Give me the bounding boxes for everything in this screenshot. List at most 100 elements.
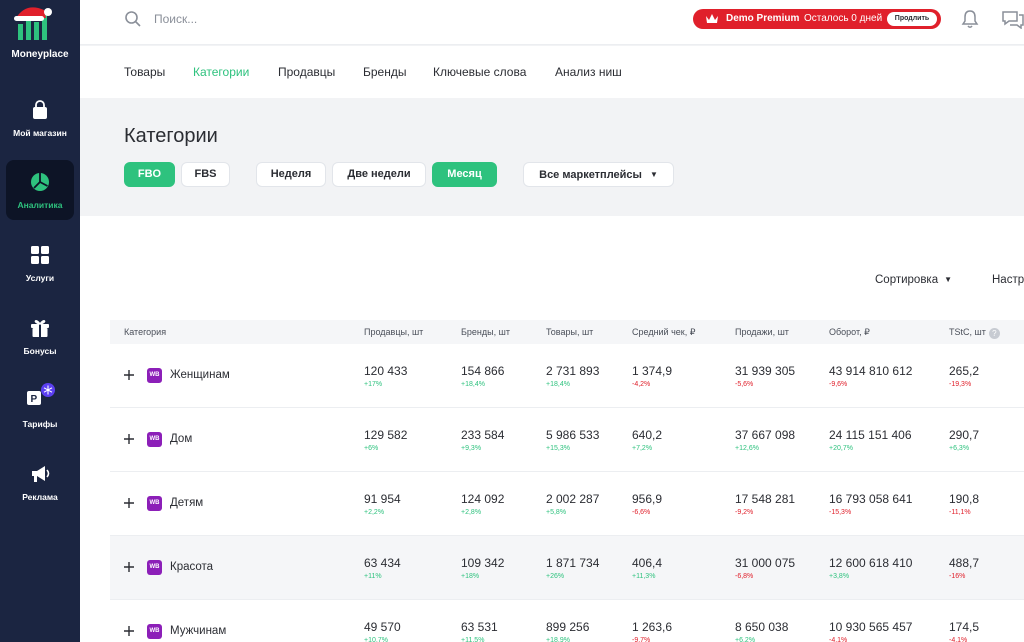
tab-keywords[interactable]: Ключевые слова <box>433 65 526 79</box>
table-row[interactable]: WB Детям 91 954 +2,2% 124 092 +2,8% 2 002 287 +… <box>110 472 1024 536</box>
expand-plus-icon[interactable] <box>122 560 136 574</box>
cell-value: 154 866 <box>461 364 505 378</box>
premium-title: Demo Premium <box>726 13 800 24</box>
table-cell: 190,8 -11,1% <box>949 492 979 516</box>
cell-value: 2 731 893 <box>546 364 600 378</box>
column-header[interactable]: Продавцы, шт <box>364 327 423 337</box>
bell-icon[interactable] <box>960 9 980 29</box>
sidebar-item-bonuses[interactable]: Бонусы <box>6 306 74 366</box>
table-cell: 233 584 +9,3% <box>461 428 504 452</box>
logo[interactable]: Moneyplace <box>0 0 80 70</box>
fbo-toggle[interactable]: FBO <box>124 162 175 187</box>
table-cell: 2 002 287 +5,8% <box>546 492 599 516</box>
cell-change: +6% <box>364 445 379 452</box>
category-name[interactable]: Дом <box>170 433 192 445</box>
shopping-bag-icon <box>33 100 47 119</box>
extend-button[interactable]: Продлить <box>887 12 937 26</box>
tab-sellers[interactable]: Продавцы <box>278 65 335 79</box>
table-cell: 640,2 +7,2% <box>632 428 662 452</box>
tab-categories[interactable]: Категории <box>193 65 249 79</box>
logo-icon <box>14 7 52 40</box>
premium-days-left: Осталось 0 дней <box>804 13 883 24</box>
sidebar-item-label: Реклама <box>22 492 58 502</box>
marketplace-badge: WB <box>147 496 162 511</box>
settings-button[interactable]: Настр <box>992 274 1024 286</box>
search-input[interactable] <box>154 10 454 28</box>
help-icon[interactable]: ? <box>988 328 1000 339</box>
tab-products[interactable]: Товары <box>124 65 165 79</box>
expand-plus-icon[interactable] <box>122 624 136 638</box>
sidebar-item-label: Тарифы <box>22 419 58 429</box>
category-name[interactable]: Детям <box>170 497 203 509</box>
cell-change: +26% <box>546 573 565 580</box>
period-month-button[interactable]: Месяц <box>432 162 497 187</box>
cell-value: 1 374,9 <box>632 364 673 378</box>
marketplace-badge: WB <box>147 624 162 639</box>
cell-change: +18,4% <box>546 381 570 388</box>
section-tabs: Товары Категории Продавцы Бренды Ключевы… <box>80 46 1024 98</box>
cell-value: 129 582 <box>364 428 408 442</box>
column-header[interactable]: Бренды, шт <box>461 327 510 337</box>
cell-change: -15,3% <box>829 509 852 516</box>
cell-change: +9,3% <box>461 445 482 452</box>
category-name[interactable]: Женщинам <box>170 369 230 381</box>
table-cell: 1 871 734 +26% <box>546 556 599 580</box>
cell-change: +6,3% <box>949 445 970 452</box>
column-header[interactable]: Товары, шт <box>546 327 593 337</box>
column-header[interactable]: Средний чек, ₽ <box>632 327 695 338</box>
table-cell: 24 115 151 406 +20,7% <box>829 428 912 452</box>
sidebar-item-services[interactable]: Услуги <box>6 233 74 293</box>
cell-value: 174,5 <box>949 620 980 634</box>
chat-icon[interactable] <box>1001 9 1024 29</box>
top-header: Demo Premium Осталось 0 дней Продлить <box>80 0 1024 45</box>
marketplace-dropdown[interactable]: Все маркетплейсы ▼ <box>523 162 674 187</box>
cell-change: +10,7% <box>364 637 388 642</box>
expand-plus-icon[interactable] <box>122 496 136 510</box>
marketplace-badge: WB <box>147 368 162 383</box>
sidebar-item-ads[interactable]: Реклама <box>6 452 74 512</box>
column-header[interactable]: Категория <box>124 327 166 337</box>
sidebar-item-analytics[interactable]: Аналитика <box>6 160 74 220</box>
table-cell: 120 433 +17% <box>364 364 407 388</box>
table-row[interactable]: WB Мужчинам 49 570 +10,7% 63 531 +11,5% 899 25… <box>110 600 1024 642</box>
table-cell: 290,7 +6,3% <box>949 428 979 452</box>
table-row[interactable]: WB Дом 129 582 +6% 233 584 +9,3% 5 986 533 +15,… <box>110 408 1024 472</box>
sidebar-item-my-store[interactable]: Мой магазин <box>6 88 74 148</box>
svg-text:P: P <box>31 394 38 405</box>
fbs-toggle[interactable]: FBS <box>181 162 230 187</box>
table-row[interactable]: WB Красота 63 434 +11% 109 342 +18% 1 871 734 +… <box>110 536 1024 600</box>
expand-plus-icon[interactable] <box>122 432 136 446</box>
sidebar-item-label: Мой магазин <box>13 128 67 138</box>
cell-value: 8 650 038 <box>735 620 789 634</box>
cell-value: 12 600 618 410 <box>829 556 913 570</box>
cell-value: 488,7 <box>949 556 980 570</box>
cell-value: 1 871 734 <box>546 556 600 570</box>
period-two-weeks-button[interactable]: Две недели <box>332 162 426 187</box>
column-header[interactable]: Оборот, ₽ <box>829 327 870 338</box>
table-cell: 31 939 305 -5,6% <box>735 364 795 388</box>
category-name[interactable]: Мужчинам <box>170 625 226 637</box>
sort-dropdown[interactable]: Сортировка ▼ <box>875 274 952 286</box>
cell-change: -9,6% <box>829 381 848 388</box>
table-cell: 16 793 058 641 -15,3% <box>829 492 912 516</box>
tab-brands[interactable]: Бренды <box>363 65 406 79</box>
cell-value: 24 115 151 406 <box>829 428 912 442</box>
sidebar-item-tariffs[interactable]: P Тарифы <box>6 379 74 439</box>
expand-plus-icon[interactable] <box>122 368 136 382</box>
search-icon[interactable] <box>124 10 142 28</box>
sidebar: Moneyplace Мой магазин Аналитика Услуги <box>0 0 80 642</box>
table-cell: 2 731 893 +18,4% <box>546 364 599 388</box>
table-cell: 899 256 +18,9% <box>546 620 589 642</box>
cell-change: +15,3% <box>546 445 570 452</box>
premium-banner[interactable]: Demo Premium Осталось 0 дней Продлить <box>693 9 941 29</box>
marketplace-dropdown-label: Все маркетплейсы <box>539 169 642 181</box>
cell-change: +5,8% <box>546 509 567 516</box>
category-name[interactable]: Красота <box>170 561 213 573</box>
tab-niche-analysis[interactable]: Анализ ниш <box>555 65 622 79</box>
cell-value: 120 433 <box>364 364 408 378</box>
column-header[interactable]: Продажи, шт <box>735 327 789 337</box>
column-header-tstc[interactable]: TStC, шт? <box>949 327 1000 339</box>
table-row[interactable]: WB Женщинам 120 433 +17% 154 866 +18,4% 2 731 … <box>110 344 1024 408</box>
period-week-button[interactable]: Неделя <box>256 162 326 187</box>
cell-change: +2,8% <box>461 509 482 516</box>
